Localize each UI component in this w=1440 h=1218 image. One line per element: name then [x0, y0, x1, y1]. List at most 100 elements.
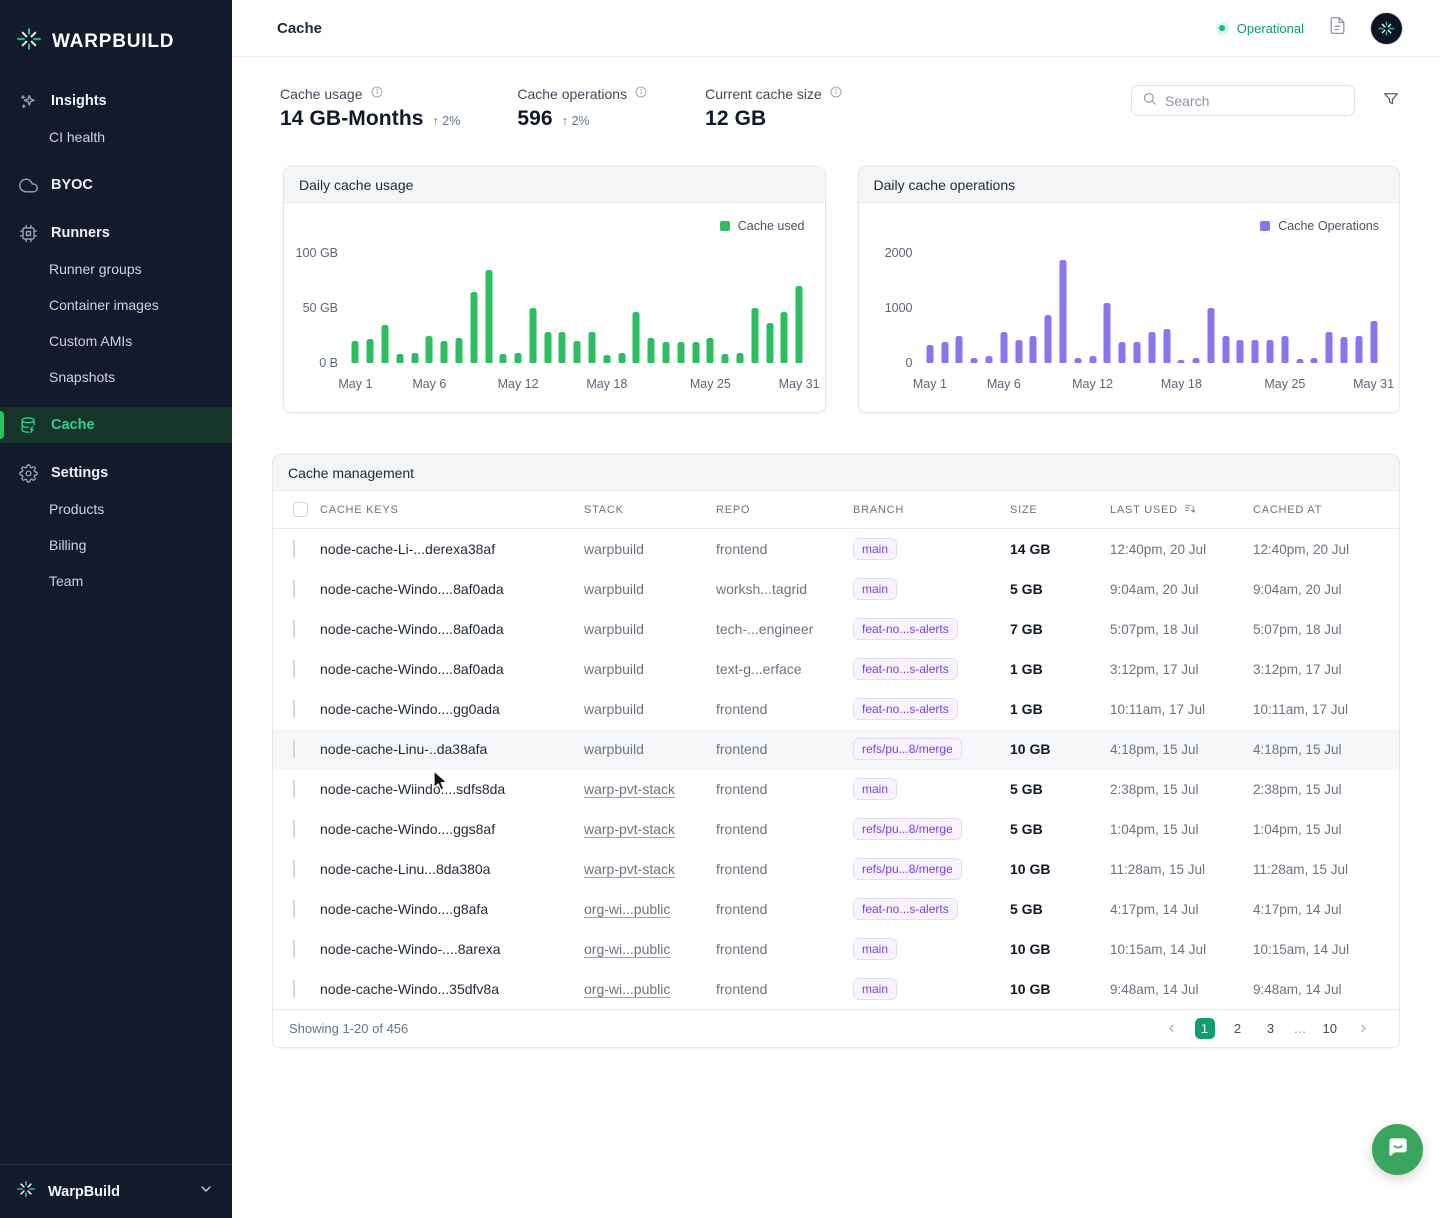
- chart-bar[interactable]: [544, 332, 551, 363]
- chart-bar[interactable]: [1089, 356, 1096, 363]
- table-row[interactable]: node-cache-Wiindo....sdfs8dawarp-pvt-sta…: [273, 769, 1399, 809]
- table-row[interactable]: node-cache-Windo....ggs8afwarp-pvt-stack…: [273, 809, 1399, 849]
- chart-bar[interactable]: [707, 338, 714, 363]
- sidebar-item-billing[interactable]: Billing: [0, 527, 232, 563]
- status-badge[interactable]: Operational: [1216, 21, 1304, 36]
- page-button-3[interactable]: 3: [1261, 1018, 1281, 1039]
- table-row[interactable]: node-cache-Linu...8da380awarp-pvt-stackf…: [273, 849, 1399, 889]
- chart-bar[interactable]: [559, 332, 566, 363]
- chart-bar[interactable]: [1370, 321, 1377, 363]
- chart-bar[interactable]: [796, 286, 803, 363]
- chart-bar[interactable]: [1281, 336, 1288, 364]
- chart-bar[interactable]: [1163, 329, 1170, 363]
- chart-bar[interactable]: [662, 342, 669, 363]
- chart-bar[interactable]: [1000, 332, 1007, 363]
- chart-bar[interactable]: [411, 353, 418, 363]
- sidebar-item-custom-amis[interactable]: Custom AMIs: [0, 323, 232, 359]
- table-row[interactable]: node-cache-Windo....8af0adawarpbuildtext…: [273, 649, 1399, 689]
- chart-bar[interactable]: [1193, 358, 1200, 364]
- sidebar-item-insights[interactable]: Insights: [0, 83, 232, 119]
- chart-bar[interactable]: [1148, 332, 1155, 363]
- chart-bar[interactable]: [971, 358, 978, 363]
- row-checkbox[interactable]: [293, 740, 295, 758]
- chart-bar[interactable]: [470, 292, 477, 364]
- chart-bar[interactable]: [1015, 340, 1022, 363]
- table-row[interactable]: node-cache-Windo....8af0adawarpbuildwork…: [273, 569, 1399, 609]
- stack-cell[interactable]: warp-pvt-stack: [584, 861, 716, 877]
- info-icon[interactable]: [370, 85, 384, 102]
- info-icon[interactable]: [829, 85, 843, 102]
- column-header[interactable]: REPO: [716, 504, 853, 516]
- chart-bar[interactable]: [1104, 303, 1111, 364]
- row-checkbox[interactable]: [293, 620, 295, 638]
- chart-bar[interactable]: [381, 325, 388, 364]
- info-icon[interactable]: [634, 85, 648, 102]
- page-button-1[interactable]: 1: [1195, 1018, 1215, 1039]
- chart-bar[interactable]: [574, 341, 581, 363]
- chart-bar[interactable]: [441, 341, 448, 363]
- chart-bar[interactable]: [500, 354, 507, 363]
- table-row[interactable]: node-cache-Windo...35dfv8aorg-wi...publi…: [273, 969, 1399, 1009]
- chart-bar[interactable]: [396, 354, 403, 363]
- sidebar-item-container-images[interactable]: Container images: [0, 287, 232, 323]
- user-avatar[interactable]: [1371, 13, 1402, 44]
- chart-bar[interactable]: [1045, 315, 1052, 363]
- chart-bar[interactable]: [1178, 360, 1185, 363]
- search-input[interactable]: [1165, 93, 1325, 109]
- filter-button[interactable]: [1382, 90, 1400, 111]
- chart-bar[interactable]: [455, 338, 462, 363]
- chart-bar[interactable]: [1133, 342, 1140, 363]
- row-checkbox[interactable]: [293, 820, 295, 838]
- sidebar-item-runners[interactable]: Runners: [0, 215, 232, 251]
- column-header[interactable]: CACHED AT: [1253, 504, 1379, 516]
- chart-bar[interactable]: [986, 356, 993, 363]
- select-all-checkbox[interactable]: [293, 502, 308, 517]
- chart-bar[interactable]: [603, 355, 610, 363]
- chart-bar[interactable]: [589, 332, 596, 363]
- chart-bar[interactable]: [515, 353, 522, 363]
- chart-bar[interactable]: [648, 338, 655, 363]
- sidebar-item-runner-groups[interactable]: Runner groups: [0, 251, 232, 287]
- sidebar-item-settings[interactable]: Settings: [0, 455, 232, 491]
- chart-bar[interactable]: [736, 353, 743, 363]
- table-row[interactable]: node-cache-Windo-....8arexaorg-wi...publ…: [273, 929, 1399, 969]
- changelog-doc-icon[interactable]: [1328, 16, 1347, 40]
- chart-bar[interactable]: [1326, 332, 1333, 363]
- chart-bar[interactable]: [1074, 358, 1081, 363]
- stack-cell[interactable]: org-wi...public: [584, 981, 716, 997]
- stack-cell[interactable]: org-wi...public: [584, 941, 716, 957]
- chart-bar[interactable]: [352, 341, 359, 363]
- chart-bar[interactable]: [485, 270, 492, 364]
- row-checkbox[interactable]: [293, 860, 295, 878]
- chart-bar[interactable]: [1252, 340, 1259, 363]
- row-checkbox[interactable]: [293, 700, 295, 718]
- chart-bar[interactable]: [1267, 340, 1274, 363]
- stack-cell[interactable]: warp-pvt-stack: [584, 821, 716, 837]
- previous-page-button[interactable]: [1162, 1018, 1182, 1039]
- chart-bar[interactable]: [633, 312, 640, 363]
- table-row[interactable]: node-cache-Windo....8af0adawarpbuildtech…: [273, 609, 1399, 649]
- chart-bar[interactable]: [1237, 340, 1244, 363]
- row-checkbox[interactable]: [293, 780, 295, 798]
- chart-bar[interactable]: [692, 342, 699, 363]
- chart-bar[interactable]: [1030, 336, 1037, 364]
- column-header[interactable]: BRANCH: [853, 504, 1010, 516]
- sidebar-item-cache[interactable]: Cache: [0, 407, 232, 443]
- chart-bar[interactable]: [618, 353, 625, 363]
- sidebar-item-team[interactable]: Team: [0, 563, 232, 599]
- chart-bar[interactable]: [367, 339, 374, 363]
- search-box[interactable]: [1131, 85, 1355, 116]
- stack-cell[interactable]: warp-pvt-stack: [584, 781, 716, 797]
- row-checkbox[interactable]: [293, 580, 295, 598]
- chart-bar[interactable]: [926, 345, 933, 363]
- chart-bar[interactable]: [751, 308, 758, 363]
- chart-bar[interactable]: [677, 342, 684, 363]
- sidebar-item-byoc[interactable]: BYOC: [0, 167, 232, 203]
- chart-bar[interactable]: [781, 312, 788, 363]
- table-row[interactable]: node-cache-Linu-..da38afawarpbuildfronte…: [273, 729, 1399, 769]
- table-row[interactable]: node-cache-Windo....gg0adawarpbuildfront…: [273, 689, 1399, 729]
- chart-bar[interactable]: [1311, 358, 1318, 363]
- chart-bar[interactable]: [722, 354, 729, 363]
- org-switcher[interactable]: WarpBuild: [0, 1164, 232, 1218]
- table-row[interactable]: node-cache-Li-...derexa38afwarpbuildfron…: [273, 529, 1399, 569]
